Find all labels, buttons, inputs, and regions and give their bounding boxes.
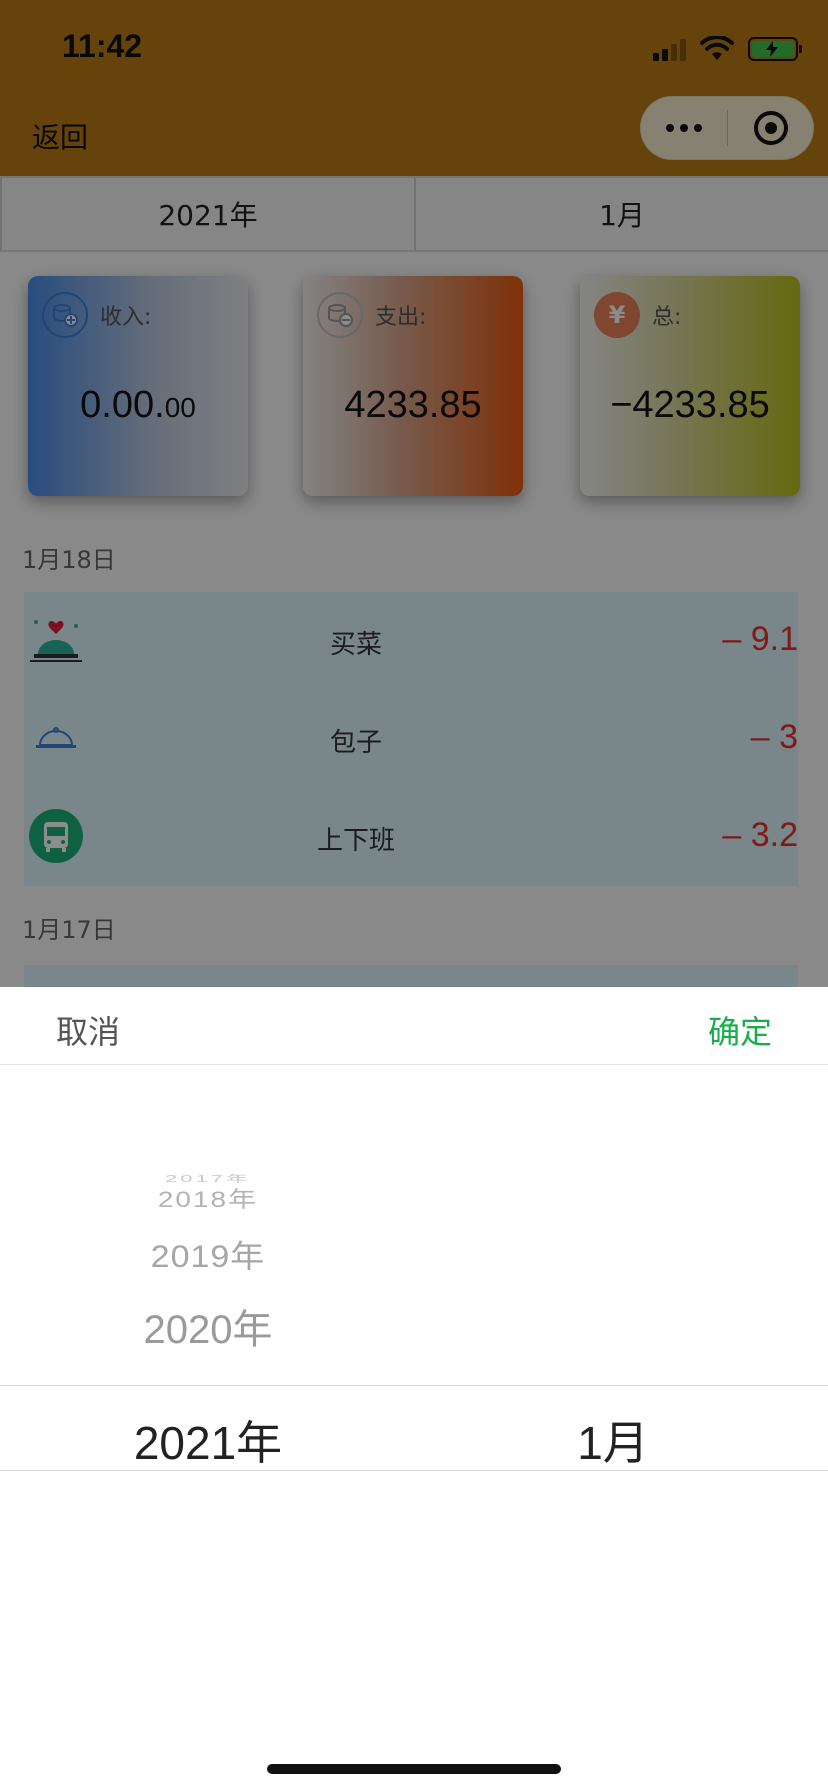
cancel-button[interactable]: 取消 [56,1007,120,1053]
date-picker-sheet: 取消 确定 2017年 2018年 2019年 2020年 2021年 1月 [0,987,828,1792]
modal-mask[interactable] [0,0,828,987]
month-picker-column[interactable]: 1月 [414,1065,828,1705]
year-option[interactable]: 2020年 [22,1297,394,1355]
selected-year-option[interactable]: 2021年 [22,1407,394,1473]
home-indicator[interactable] [267,1764,561,1774]
year-option[interactable]: 2019年 [22,1231,394,1276]
year-option[interactable]: 2018年 [22,1182,394,1214]
picker-toolbar: 取消 确定 [0,987,828,1065]
year-picker-column[interactable]: 2017年 2018年 2019年 2020年 2021年 [0,1065,414,1705]
selected-month-option[interactable]: 1月 [406,1407,820,1473]
confirm-button[interactable]: 确定 [708,1007,772,1053]
